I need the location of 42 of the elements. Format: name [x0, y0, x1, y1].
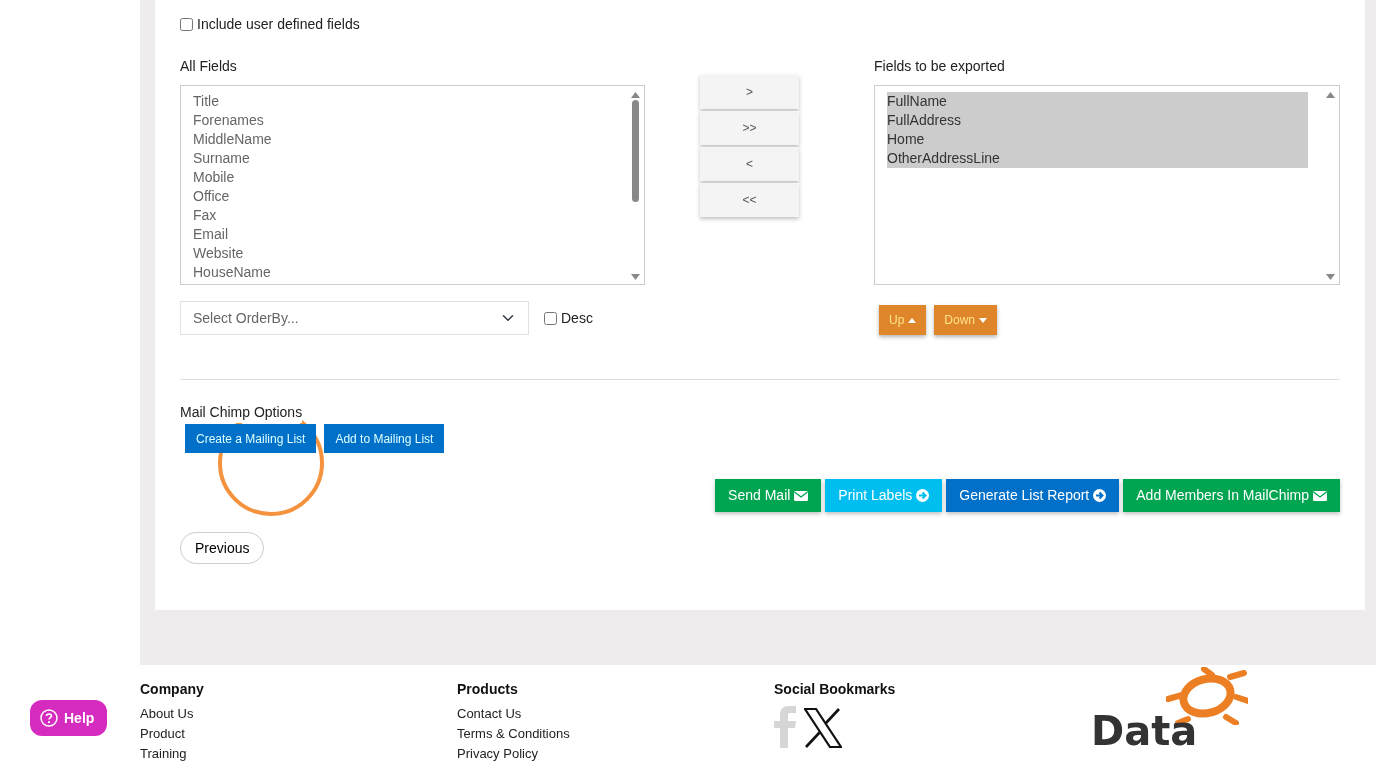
action-button[interactable]: Send Mail — [715, 479, 822, 512]
transfer-button[interactable]: << — [700, 183, 799, 217]
footer-link[interactable]: Privacy Policy — [457, 744, 538, 764]
transfer-button[interactable]: > — [700, 75, 799, 109]
list-box[interactable]: Title Forenames MiddleName Surname Mobile Office Fax Email Website HouseName — [180, 85, 645, 285]
footer-heading: Company — [140, 680, 205, 699]
checkbox-label: Desc — [561, 308, 593, 328]
footer-heading: Products — [457, 680, 519, 699]
action-button[interactable]: Add Members In MailChimp — [1123, 479, 1340, 512]
order-by-select[interactable]: Select OrderBy... — [180, 301, 529, 335]
checkbox-label: Include user defined fields — [197, 15, 360, 34]
help-button[interactable]: Help — [30, 700, 107, 736]
list-option[interactable]: MiddleName — [193, 130, 629, 149]
footer-link[interactable]: Terms & Conditions — [457, 724, 570, 744]
list-option[interactable]: OtherAddressLine — [887, 149, 1308, 168]
previous-button[interactable]: Previous — [180, 532, 265, 564]
list-option[interactable]: Mobile — [193, 168, 629, 187]
footer-link[interactable]: About Us — [140, 704, 194, 724]
field-label: All Fields — [180, 57, 238, 76]
list-option[interactable]: Office — [193, 187, 629, 206]
footer-link[interactable]: Product — [140, 724, 185, 744]
transfer-button[interactable]: < — [700, 147, 799, 181]
logo-text: Data — [1091, 711, 1199, 751]
mailchimp-button[interactable]: Add to Mailing List — [324, 424, 445, 453]
footer-heading: Social Bookmarks — [774, 680, 897, 699]
list-option[interactable]: Email — [193, 225, 629, 244]
list-option[interactable]: Home — [887, 130, 1308, 149]
list-option[interactable]: Forenames — [193, 111, 629, 130]
list-option[interactable]: Fax — [193, 206, 629, 225]
list-box[interactable]: FullName FullAddress Home OtherAddressLine — [874, 85, 1340, 285]
list-option[interactable]: FullName — [887, 92, 1308, 111]
transfer-button[interactable]: >> — [700, 111, 799, 145]
action-button[interactable]: Generate List Report — [946, 479, 1120, 512]
footer-link[interactable]: Training — [140, 744, 187, 764]
footer-link[interactable]: Contact Us — [457, 704, 522, 724]
field-label: Fields to be exported — [874, 57, 1006, 76]
list-option[interactable]: FullAddress — [887, 111, 1308, 130]
mailchimp-button[interactable]: Create a Mailing List — [185, 424, 317, 453]
list-option[interactable]: Surname — [193, 149, 629, 168]
list-option[interactable]: Title — [193, 92, 629, 111]
list-option[interactable]: HouseName — [193, 263, 629, 282]
list-option[interactable]: Website — [193, 244, 629, 263]
